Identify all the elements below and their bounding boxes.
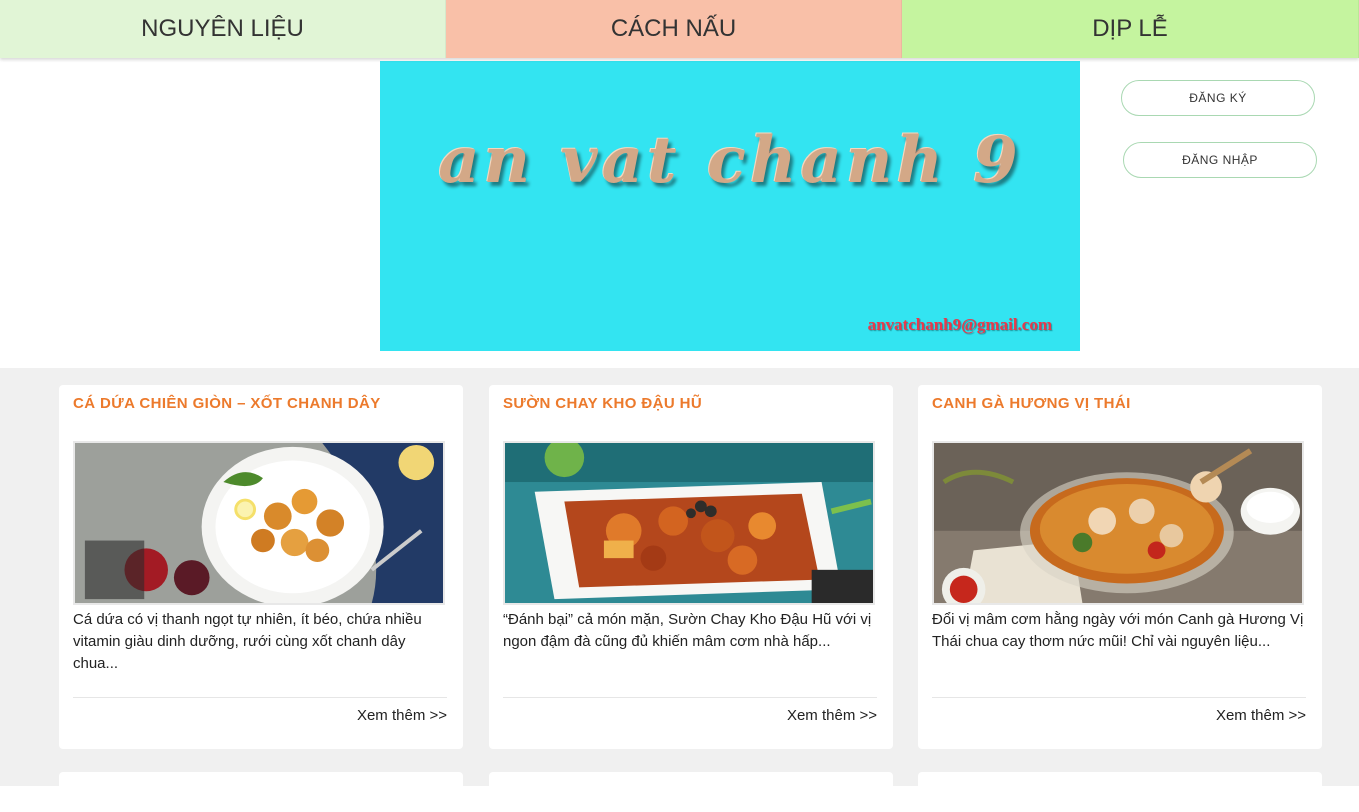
recipe-image-thai-chicken-soup[interactable] xyxy=(932,441,1304,605)
recipe-card: CÁ DỨA CHIÊN GIÒN – XỐT CHANH DÂY Cá dứa… xyxy=(59,385,463,749)
recipe-description: “Đánh bại” cả món mặn, Sườn Chay Kho Đậu… xyxy=(503,611,872,650)
recipe-card-partial xyxy=(489,772,893,812)
recipe-card: SƯỜN CHAY KHO ĐẬU HŨ “Đánh bại” cả món m… xyxy=(489,385,893,749)
recipe-card-partial xyxy=(918,772,1322,812)
tab-dip-le[interactable]: DỊP LỄ xyxy=(902,0,1359,58)
recipe-description: Đổi vị mâm cơm hằng ngày với món Canh gà… xyxy=(932,611,1304,650)
header: an vat chanh 9 anvatchanh9@gmail.com ĐĂN… xyxy=(0,58,1359,368)
tab-nguyen-lieu[interactable]: NGUYÊN LIỆU xyxy=(0,0,446,58)
recipe-image-braised-tofu[interactable] xyxy=(503,441,875,605)
recipe-title[interactable]: CANH GÀ HƯƠNG VỊ THÁI xyxy=(932,395,1131,412)
recipe-description: Cá dứa có vị thanh ngọt tự nhiên, ít béo… xyxy=(73,611,422,672)
banner-image: an vat chanh 9 anvatchanh9@gmail.com xyxy=(380,61,1080,351)
recipe-card: CANH GÀ HƯƠNG VỊ THÁI Đổi vị mâm cơm hằn… xyxy=(918,385,1322,749)
divider xyxy=(932,697,1306,698)
read-more-link[interactable]: Xem thêm >> xyxy=(787,707,877,724)
recipe-grid: CÁ DỨA CHIÊN GIÒN – XỐT CHANH DÂY Cá dứa… xyxy=(0,368,1359,812)
banner-email: anvatchanh9@gmail.com xyxy=(867,315,1052,334)
read-more-link[interactable]: Xem thêm >> xyxy=(1216,707,1306,724)
recipe-card-partial xyxy=(59,772,463,812)
recipe-title[interactable]: SƯỜN CHAY KHO ĐẬU HŨ xyxy=(503,395,702,412)
top-nav: NGUYÊN LIỆU CÁCH NẤU DỊP LỄ xyxy=(0,0,1359,58)
banner-logo-text: an vat chanh 9 xyxy=(438,123,1022,198)
register-button[interactable]: ĐĂNG KÝ xyxy=(1121,80,1315,116)
recipe-title[interactable]: CÁ DỨA CHIÊN GIÒN – XỐT CHANH DÂY xyxy=(73,395,381,412)
read-more-link[interactable]: Xem thêm >> xyxy=(357,707,447,724)
divider xyxy=(73,697,447,698)
login-button[interactable]: ĐĂNG NHẬP xyxy=(1123,142,1317,178)
tab-cach-nau[interactable]: CÁCH NẤU xyxy=(446,0,902,58)
recipe-image-fried-fish[interactable] xyxy=(73,441,445,605)
divider xyxy=(503,697,877,698)
